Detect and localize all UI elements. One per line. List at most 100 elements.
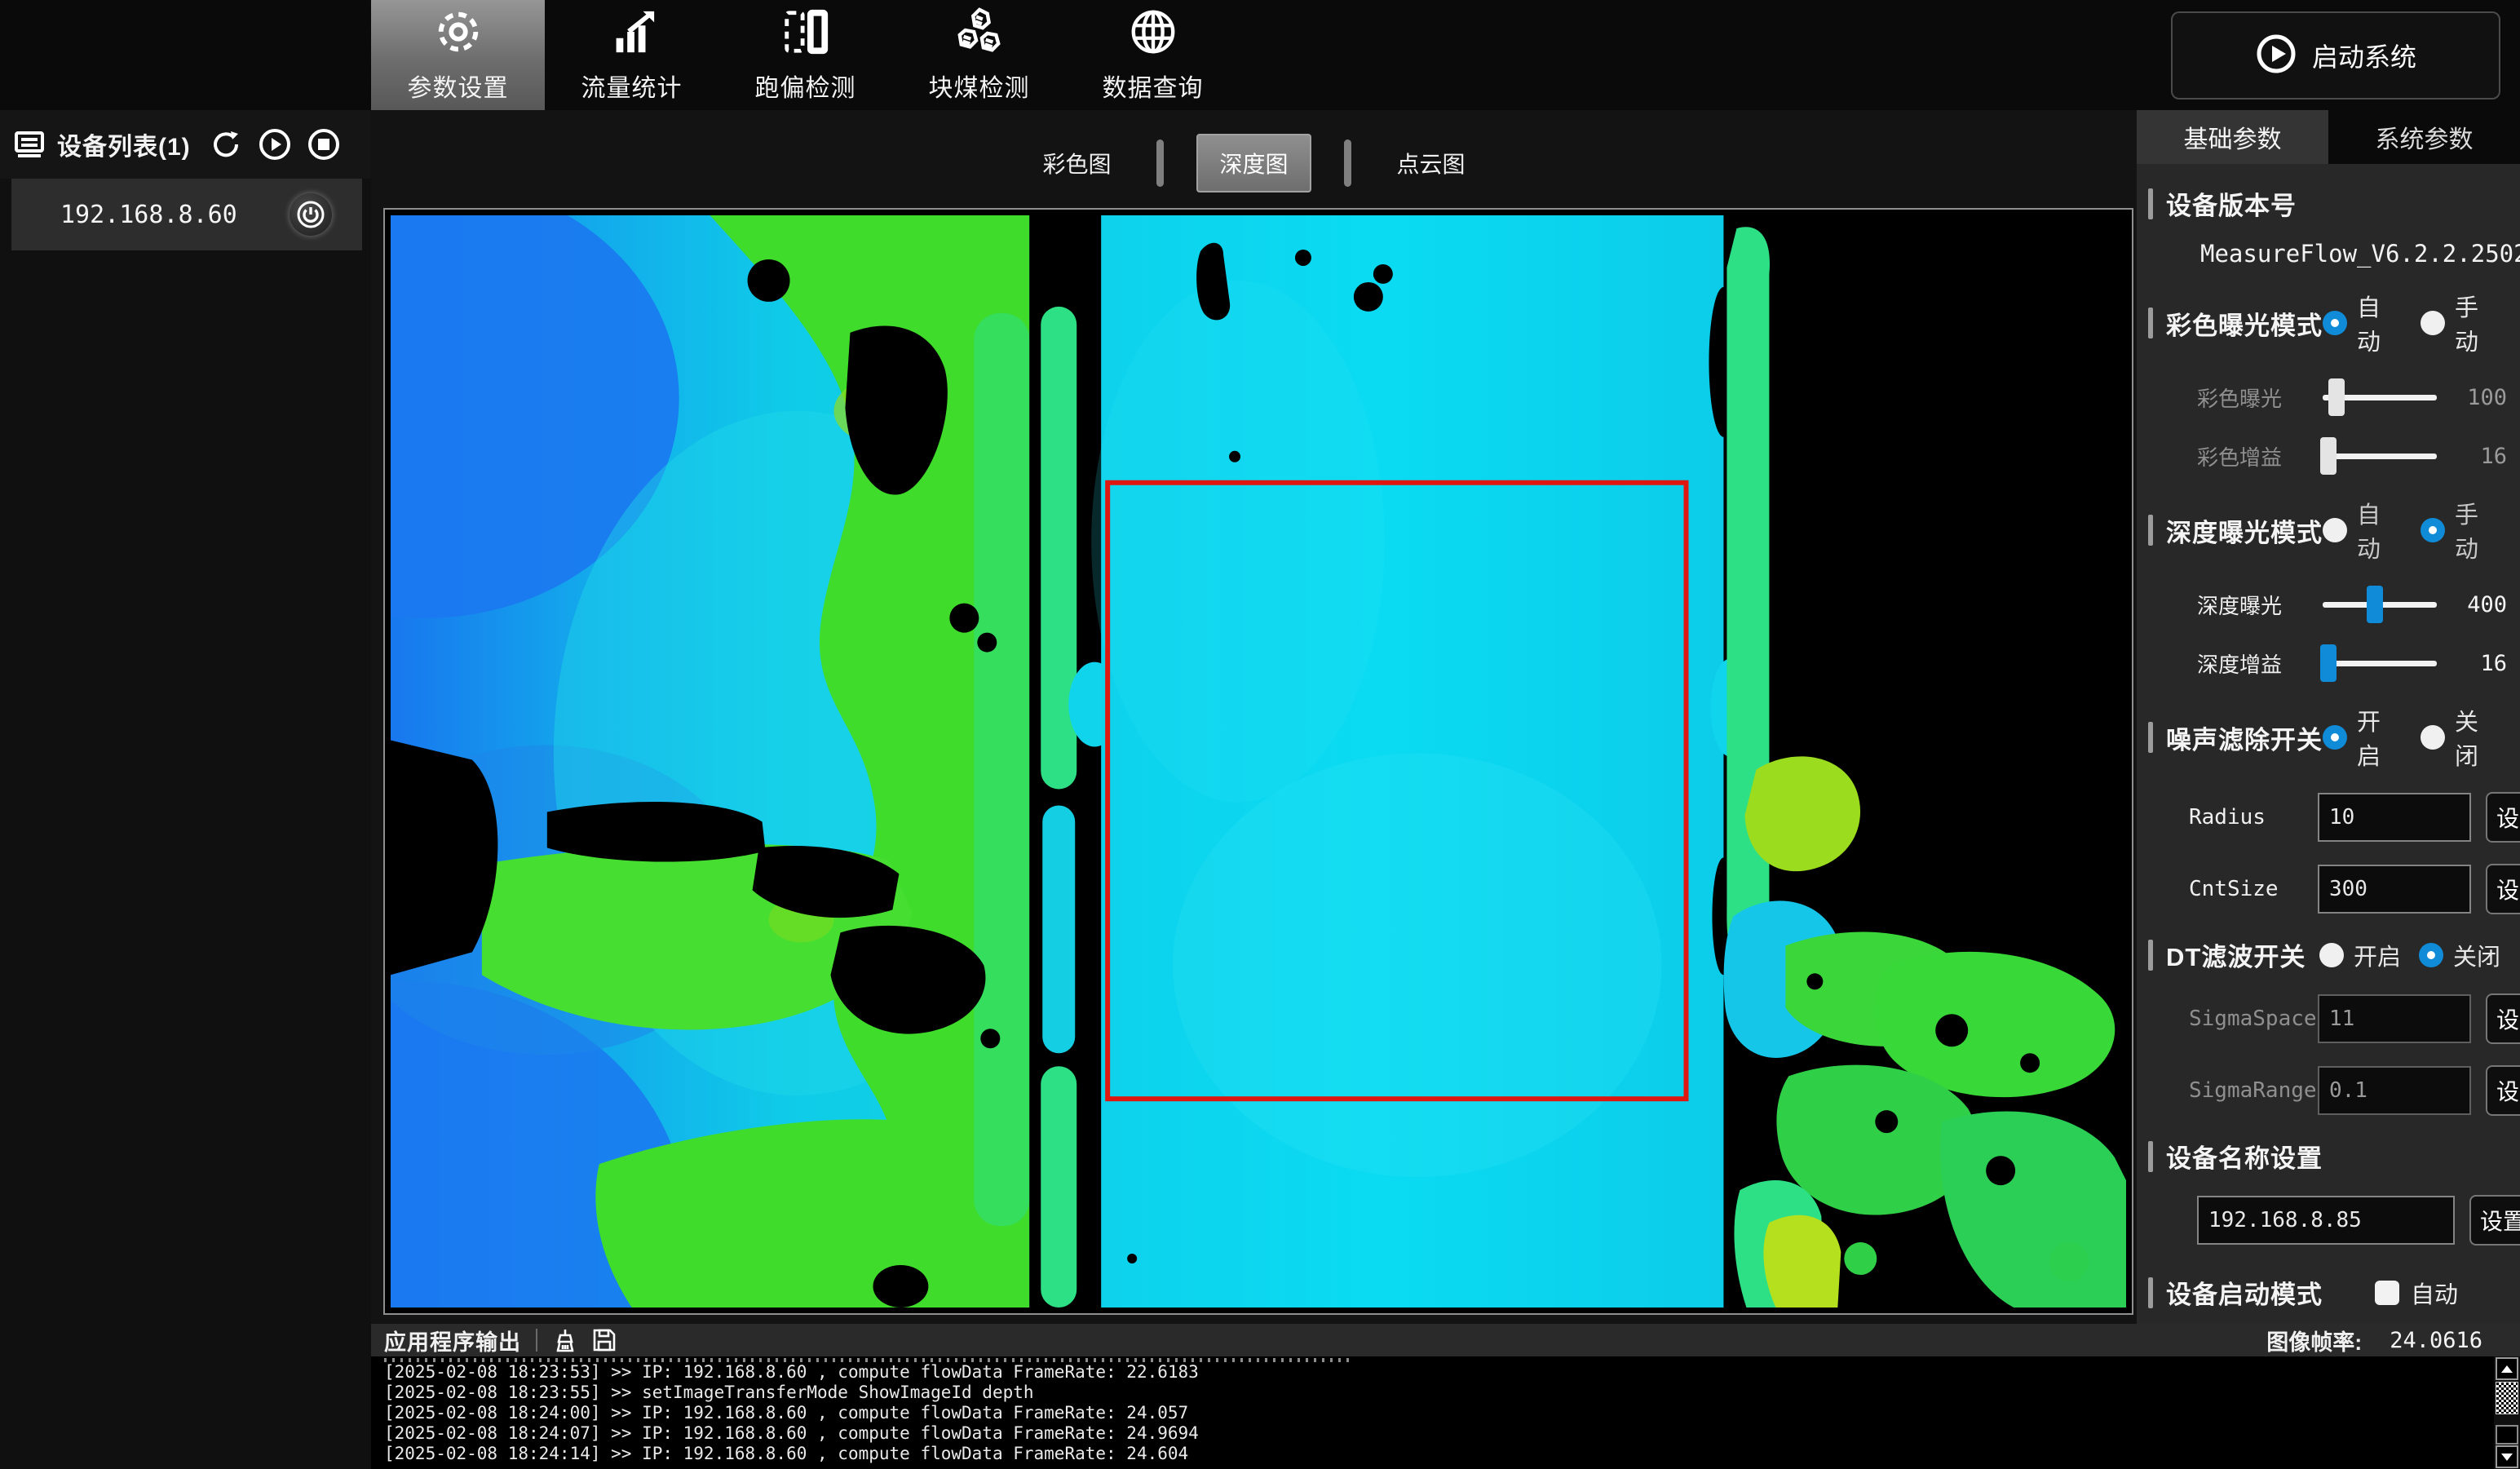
save-log-icon[interactable] [591,1327,617,1353]
application-output-log[interactable]: [2025-02-08 18:23:53] >> IP: 192.168.8.6… [371,1356,2494,1469]
tab-basic-params[interactable]: 基础参数 [2137,110,2328,164]
color-gain-value: 16 [2442,444,2507,469]
cntsize-input[interactable] [2318,865,2471,914]
sigmaspace-input[interactable] [2318,994,2471,1043]
parameter-tabs: 基础参数 系统参数 [2137,110,2520,164]
depth-exposure-auto-label: 自动 [2357,496,2403,564]
noise-filter-label: 噪声滤除开关 [2166,719,2323,756]
scroll-down-button[interactable] [2496,1445,2518,1468]
viewer-area: 彩色图 深度图 点云图 [371,110,2137,1324]
radius-set-button[interactable]: 设置 [2486,792,2520,843]
start-mode-label: 设备启动模式 [2166,1274,2323,1311]
depth-gain-value: 16 [2442,651,2507,676]
device-name-set-button[interactable]: 设置 [2469,1195,2520,1246]
down-arrow-icon [2501,1454,2513,1461]
noise-filter-on-radio[interactable] [2323,725,2347,750]
device-row[interactable]: 192.168.8.60 [11,179,362,250]
depth-gain-slider-row: 深度增益 16 [2197,644,2507,682]
toolbar-item-flow-statistics[interactable]: 流量统计 [545,0,718,110]
section-bar [2148,1141,2153,1172]
scrollbar-track[interactable] [2494,1414,2520,1420]
sigmaspace-label: SigmaSpace [2189,1007,2318,1031]
device-name-row: 设置 [2197,1194,2507,1246]
color-gain-slider-row: 彩色增益 16 [2197,437,2507,475]
dt-filter-on-radio[interactable] [2319,943,2344,967]
slider-handle[interactable] [2328,378,2345,416]
color-gain-slider[interactable] [2323,454,2437,459]
depth-gain-slider[interactable] [2323,661,2437,666]
device-power-button[interactable] [290,193,332,236]
depth-exposure-slider-row: 深度曝光 400 [2197,586,2507,623]
color-exposure-mode-label: 彩色曝光模式 [2166,305,2323,342]
section-dt-filter: DT滤波开关 开启 关闭 [2148,936,2509,973]
dt-filter-off-radio[interactable] [2419,943,2443,967]
section-noise-filter: 噪声滤除开关 开启 关闭 [2148,703,2509,772]
color-exposure-manual-radio[interactable] [2421,311,2445,335]
tab-point-cloud[interactable]: 点云图 [1384,147,1479,179]
noise-filter-on-label: 开启 [2357,703,2403,772]
toolbar-item-lump-coal-detection[interactable]: 块煤检测 [892,0,1066,110]
toolbar-item-label: 参数设置 [408,68,509,104]
refresh-button[interactable] [209,127,243,162]
cntsize-set-button[interactable]: 设置 [2486,864,2520,914]
top-toolbar: 参数设置 流量统计 跑偏检测 [0,0,2520,110]
slider-handle[interactable] [2367,586,2383,623]
color-exposure-manual-label: 手动 [2455,289,2500,357]
toolbar-item-parameter-settings[interactable]: 参数设置 [371,0,545,110]
slider-handle[interactable] [2320,644,2337,682]
tab-depth-image[interactable]: 深度图 [1196,134,1311,192]
noise-filter-off-radio[interactable] [2421,725,2445,750]
clear-log-icon[interactable] [552,1327,578,1353]
log-line: [2025-02-08 18:24:00] >> IP: 192.168.8.6… [384,1403,2494,1423]
bar-chart-icon [607,7,657,61]
toolbar-item-data-query[interactable]: 数据查询 [1066,0,1240,110]
device-name-input[interactable] [2197,1196,2455,1245]
color-exposure-slider-row: 彩色曝光 100 [2197,378,2507,416]
sigmarange-set-button[interactable]: 设置 [2486,1065,2520,1116]
depth-exposure-mode-label: 深度曝光模式 [2166,512,2323,549]
device-list-tools [209,127,341,162]
start-system-button[interactable]: 启动系统 [2171,11,2500,100]
view-tabs: 彩色图 深度图 点云图 [371,133,2137,193]
play-all-button[interactable] [258,127,292,162]
sigmarange-row: SigmaRange 设置 [2189,1064,2507,1117]
scrollbar-thumb[interactable] [2496,1382,2518,1414]
tab-color-image[interactable]: 彩色图 [1029,147,1124,179]
start-mode-auto-checkbox[interactable] [2375,1281,2399,1305]
sigmaspace-set-button[interactable]: 设置 [2486,993,2520,1044]
depth-exposure-auto-radio[interactable] [2323,518,2347,542]
section-device-name: 设备名称设置 [2148,1138,2509,1175]
device-ip: 192.168.8.60 [60,201,237,229]
depth-exposure-value: 400 [2442,592,2507,617]
slider-handle[interactable] [2320,437,2337,475]
stop-all-button[interactable] [307,127,341,162]
dt-filter-label: DT滤波开关 [2166,936,2306,973]
dt-filter-off-label: 关闭 [2453,938,2500,972]
scroll-up-button[interactable] [2496,1357,2518,1380]
radius-input[interactable] [2318,793,2471,842]
sigmarange-input[interactable] [2318,1066,2471,1115]
depth-map-image [391,215,2126,1307]
color-exposure-slider[interactable] [2323,395,2437,400]
log-line: [2025-02-08 18:24:14] >> IP: 192.168.8.6… [384,1444,2494,1464]
section-bar [2148,308,2153,338]
depth-exposure-slider[interactable] [2323,602,2437,608]
radius-row: Radius 设置 [2189,791,2507,843]
toolbar-item-label: 跑偏检测 [755,68,856,104]
deviation-icon [780,7,831,61]
depth-gain-label: 深度增益 [2197,648,2318,679]
section-depth-exposure-mode: 深度曝光模式 自动 手动 [2148,496,2509,564]
color-exposure-auto-radio[interactable] [2323,311,2347,335]
sigmaspace-row: SigmaSpace 设置 [2189,993,2507,1045]
log-scrollbar[interactable] [2494,1356,2520,1469]
tab-separator [1156,139,1164,187]
section-bar [2148,188,2153,219]
depth-exposure-manual-radio[interactable] [2421,518,2445,542]
device-version-label: 设备版本号 [2166,185,2297,222]
color-exposure-value: 100 [2442,385,2507,410]
section-bar [2148,1277,2153,1308]
gear-icon [433,7,484,61]
tab-system-params[interactable]: 系统参数 [2328,110,2520,164]
toolbar-item-deviation-detection[interactable]: 跑偏检测 [718,0,892,110]
coal-icon [954,7,1005,61]
